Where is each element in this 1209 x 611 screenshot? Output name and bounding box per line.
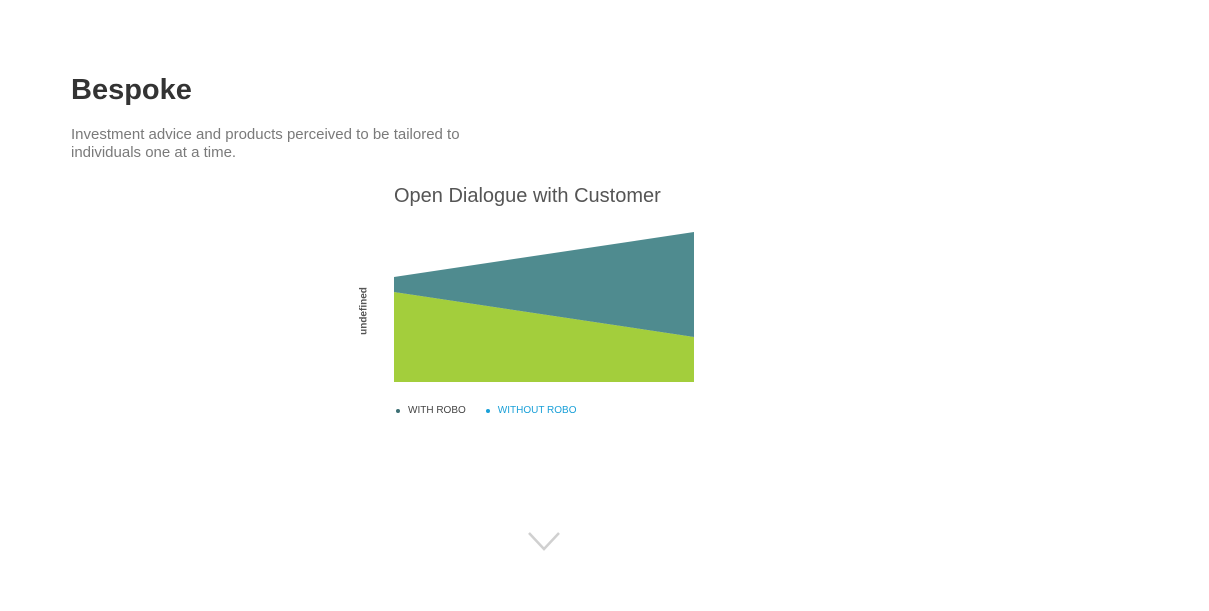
scroll-down-button[interactable] [526,530,562,554]
legend-marker [485,408,490,413]
legend-item-2[interactable]: WITHOUT ROBO [485,405,577,416]
chart-plot [394,232,694,382]
chevron-down-icon [528,532,560,551]
legend-marker [396,408,400,413]
y-axis-label: undefined [358,287,370,335]
chart: Open Dialogue with Customer undefined WI… [340,180,740,430]
page-title: Bespoke [71,74,192,106]
legend-label: WITH ROBO [408,405,466,416]
legend-item-1[interactable]: WITH ROBO [396,405,466,416]
page-subtitle: Investment advice and products perceived… [71,126,460,161]
legend-label: WITHOUT ROBO [497,405,577,416]
chart-legend: WITH ROBO WITHOUT ROBO [396,405,596,416]
